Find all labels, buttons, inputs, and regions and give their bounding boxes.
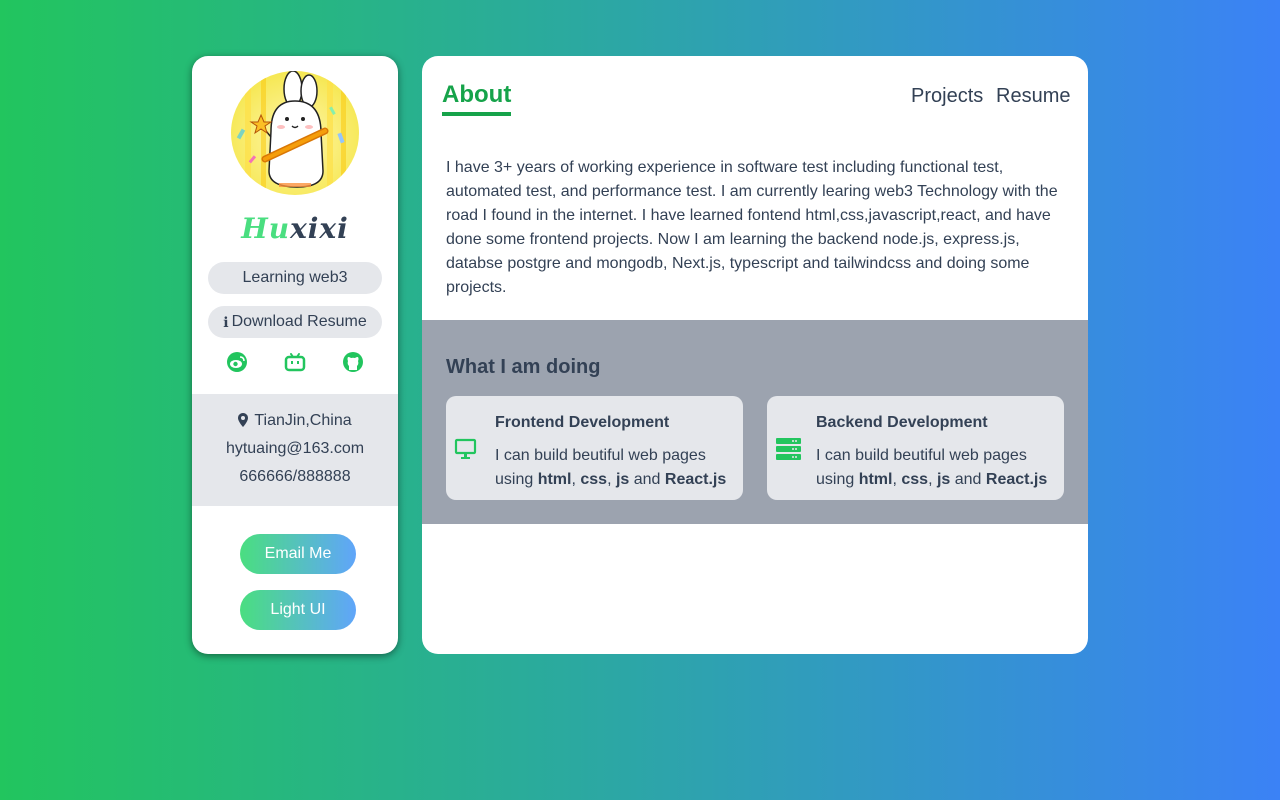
profile-name-last: xixi <box>290 212 349 245</box>
separator: and <box>950 471 986 488</box>
location-text: TianJin,China <box>254 412 352 429</box>
bilibili-icon[interactable] <box>283 350 307 374</box>
status-badge-label: Learning web3 <box>242 269 348 286</box>
card-description: I can build beutiful web pages using htm… <box>816 444 1060 492</box>
social-links <box>192 350 398 374</box>
what-i-am-doing-section: What I am doing Frontend Development I c… <box>422 320 1088 524</box>
separator: , <box>607 471 616 488</box>
profile-sidebar: Huxixi Learning web3 ℹ Download Resume T… <box>192 56 398 654</box>
tech-html: html <box>537 471 572 488</box>
service-card-backend: Backend Development I can build beutiful… <box>767 396 1064 500</box>
location-row: TianJin,China <box>192 412 398 430</box>
weibo-icon[interactable] <box>225 350 249 374</box>
tech-css: css <box>901 471 929 488</box>
card-title: Frontend Development <box>495 414 670 431</box>
card-title: Backend Development <box>816 414 988 431</box>
monitor-icon <box>454 438 477 459</box>
tech-js: js <box>615 471 630 488</box>
tab-resume[interactable]: Resume <box>996 85 1070 108</box>
download-resume-label: Download Resume <box>231 313 367 330</box>
light-ui-button[interactable]: Light UI <box>240 590 356 630</box>
service-card-frontend: Frontend Development I can build beutifu… <box>446 396 743 500</box>
tech-react: React.js <box>664 471 727 488</box>
tech-js: js <box>936 471 951 488</box>
profile-name-first: Hu <box>241 212 291 245</box>
tech-react: React.js <box>985 471 1048 488</box>
section-title: What I am doing <box>446 356 601 378</box>
email-text: hytuaing@163.com <box>225 440 365 457</box>
location-pin-icon <box>238 413 249 427</box>
email-me-button[interactable]: Email Me <box>240 534 356 574</box>
github-icon[interactable] <box>341 350 365 374</box>
download-resume-button[interactable]: ℹ Download Resume <box>208 306 382 338</box>
server-icon <box>776 438 801 460</box>
tab-about[interactable]: About <box>442 80 512 116</box>
avatar <box>231 71 359 195</box>
status-badge: Learning web3 <box>208 262 382 294</box>
about-text: I have 3+ years of working experience in… <box>446 159 1058 296</box>
separator: , <box>928 471 937 488</box>
tech-css: css <box>580 471 608 488</box>
phone-text: 666666/888888 <box>239 468 351 485</box>
card-description: I can build beutiful web pages using htm… <box>495 444 739 492</box>
info-icon: ℹ <box>223 313 229 330</box>
tech-html: html <box>858 471 893 488</box>
separator: and <box>629 471 665 488</box>
profile-name: Huxixi <box>192 212 398 245</box>
main-panel: About Projects Resume I have 3+ years of… <box>422 56 1088 654</box>
contact-info: TianJin,China hytuaing@163.com 666666/88… <box>192 394 398 506</box>
tab-projects[interactable]: Projects <box>911 85 983 108</box>
